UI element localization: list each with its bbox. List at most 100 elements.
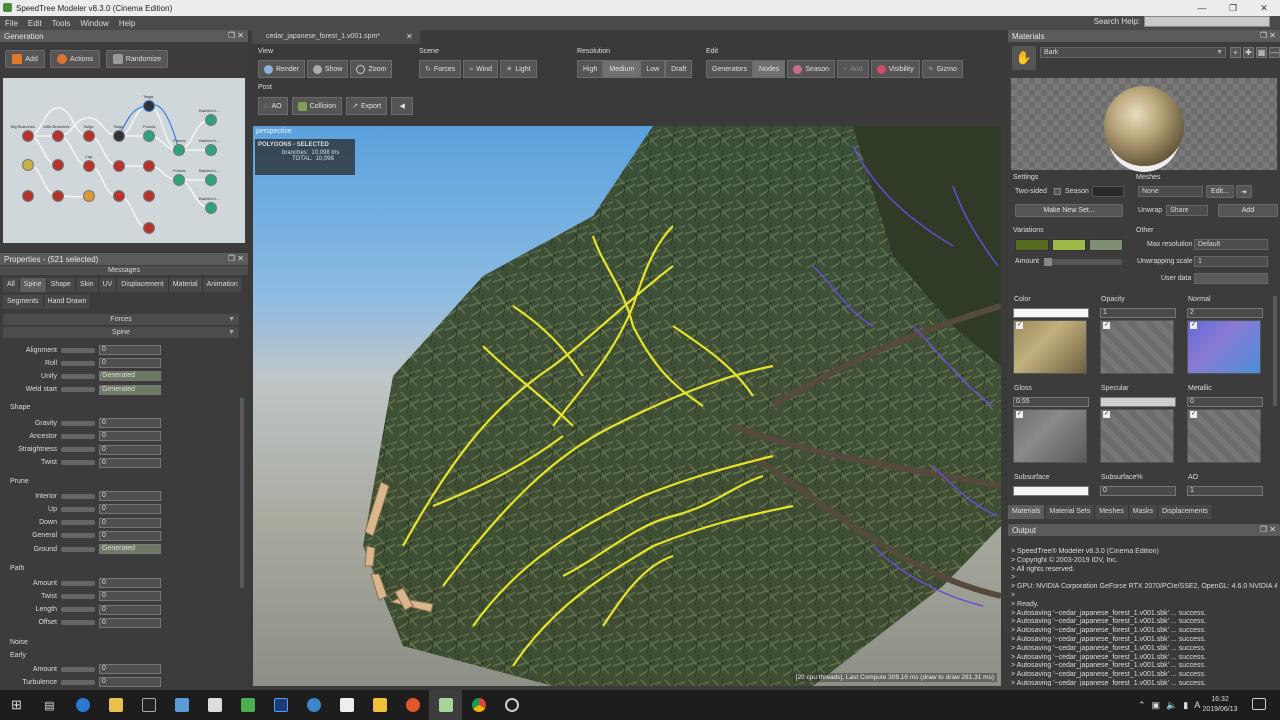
close-tab-icon[interactable]: ✕ xyxy=(406,30,413,44)
property-value[interactable]: 0 xyxy=(99,591,161,602)
export-button[interactable]: ↗ Export xyxy=(346,97,388,115)
channel-value[interactable] xyxy=(1013,308,1089,318)
battery-icon[interactable]: ▮ xyxy=(1183,700,1188,711)
check-icon[interactable]: ✓ xyxy=(1016,322,1023,329)
variation-swatch-3[interactable] xyxy=(1089,239,1123,251)
channel-value[interactable] xyxy=(1100,397,1176,407)
taskbar-photos[interactable] xyxy=(198,690,231,720)
unwrap-select[interactable]: Share xyxy=(1166,205,1208,216)
property-slider[interactable] xyxy=(61,506,95,512)
channel-value[interactable]: 0 xyxy=(1187,397,1263,407)
properties-close-icon[interactable]: ❐ ✕ xyxy=(228,254,244,263)
actions-button[interactable]: Actions xyxy=(50,50,100,68)
menu-edit[interactable]: Edit xyxy=(23,19,47,28)
tab-displacement[interactable]: Displacement xyxy=(117,278,169,292)
node-cap[interactable] xyxy=(83,160,95,172)
season-swatch[interactable] xyxy=(1092,186,1124,197)
forces-button[interactable]: ↻ Forces xyxy=(419,60,462,78)
property-slider[interactable] xyxy=(61,433,95,439)
node-fronds-2[interactable] xyxy=(143,160,155,172)
property-value[interactable]: 0 xyxy=(99,345,161,355)
property-value[interactable]: 0 xyxy=(99,677,161,688)
taskbar-app-2[interactable] xyxy=(231,690,264,720)
taskbar-edge[interactable] xyxy=(66,690,99,720)
property-value[interactable]: 0 xyxy=(99,617,161,628)
property-slider[interactable] xyxy=(61,593,95,599)
grid-icon[interactable]: ▦ xyxy=(1256,47,1267,58)
node-fronds-1[interactable] xyxy=(143,130,155,142)
user-data-input[interactable] xyxy=(1194,273,1268,284)
property-value[interactable]: 0 xyxy=(99,578,161,588)
property-slider[interactable] xyxy=(61,347,95,353)
minimize-button[interactable]: — xyxy=(1187,0,1217,16)
taskbar-app-7[interactable] xyxy=(495,690,528,720)
node-batched-3[interactable] xyxy=(205,174,217,186)
menu-file[interactable]: File xyxy=(0,19,23,28)
group-spine[interactable]: Spine ▼ xyxy=(3,327,239,338)
properties-scrollbar[interactable] xyxy=(240,398,244,588)
tab-segments[interactable]: Segments xyxy=(3,295,44,309)
back-button[interactable]: ◀ xyxy=(391,97,414,115)
check-icon[interactable]: ✓ xyxy=(1016,411,1023,418)
chevron-up-icon[interactable]: ⌃ xyxy=(1138,700,1146,711)
node-frond-a[interactable] xyxy=(173,144,185,156)
tab-material[interactable]: Material xyxy=(168,278,203,292)
property-value[interactable]: 0 xyxy=(99,358,161,369)
property-slider[interactable] xyxy=(61,620,95,626)
wind-button[interactable]: ≈ Wind xyxy=(463,60,499,78)
channel-texture[interactable] xyxy=(1187,409,1261,463)
channel-value[interactable] xyxy=(1013,486,1089,496)
property-slider[interactable] xyxy=(61,533,95,539)
mesh-arrow-button[interactable]: ➜ xyxy=(1236,185,1252,198)
mesh-add-button[interactable]: Add xyxy=(1218,204,1278,217)
max-resolution-select[interactable]: Default xyxy=(1194,239,1268,250)
nodes-button[interactable]: Nodes xyxy=(753,60,786,78)
tab-materials[interactable]: Materials xyxy=(1008,505,1046,519)
node-batched-1[interactable] xyxy=(205,114,217,126)
property-slider[interactable] xyxy=(61,520,95,526)
channel-value[interactable]: 1 xyxy=(1187,486,1263,496)
messages-bar[interactable]: Messages xyxy=(0,266,248,275)
property-slider[interactable] xyxy=(61,447,95,453)
node-graph[interactable]: Big Branches Little Branches Twigs Twigs… xyxy=(3,78,245,243)
taskbar-app-6[interactable] xyxy=(396,690,429,720)
property-value[interactable]: 0 xyxy=(99,444,161,455)
material-select[interactable]: Bark ▼ xyxy=(1040,47,1226,58)
document-tab[interactable]: cedar_japanese_forest_1.v001.spm* ✕ xyxy=(252,30,420,44)
unwrapping-scale-input[interactable]: 1 xyxy=(1194,256,1268,267)
property-value[interactable]: 0 xyxy=(99,431,161,442)
menu-tools[interactable]: Tools xyxy=(47,19,76,28)
tab-displacements[interactable]: Displacements xyxy=(1158,505,1213,519)
taskbar-terminal[interactable] xyxy=(132,690,165,720)
property-value[interactable]: 0 xyxy=(99,457,161,468)
node-branch-c[interactable] xyxy=(52,190,64,202)
check-icon[interactable]: ✓ xyxy=(1190,411,1197,418)
channel-texture[interactable] xyxy=(1013,320,1087,374)
3d-viewport[interactable]: perspective POLYGONS - SELECTED branches… xyxy=(253,126,1001,686)
randomize-button[interactable]: Randomize xyxy=(106,50,168,68)
menu-help[interactable]: Help xyxy=(114,19,140,28)
taskbar-app-3[interactable] xyxy=(297,690,330,720)
property-slider[interactable] xyxy=(61,666,95,672)
node-twigs-2[interactable] xyxy=(113,130,125,142)
property-slider[interactable] xyxy=(61,460,95,466)
property-slider[interactable] xyxy=(61,360,95,366)
property-slider[interactable] xyxy=(61,493,95,499)
tab-animation[interactable]: Animation xyxy=(202,278,243,292)
taskbar-chrome[interactable] xyxy=(462,690,495,720)
property-value[interactable]: Generated xyxy=(99,384,161,395)
node-cap-2[interactable] xyxy=(83,190,95,202)
render-button[interactable]: Render xyxy=(258,60,305,78)
channel-value[interactable]: 0.55 xyxy=(1013,397,1089,407)
close-button[interactable]: ✕ xyxy=(1249,0,1279,16)
gizmo-button[interactable]: ✧ Gizmo xyxy=(921,60,963,78)
node-twigs-selected[interactable] xyxy=(143,100,155,112)
channel-texture[interactable] xyxy=(1187,320,1261,374)
menu-window[interactable]: Window xyxy=(75,19,113,28)
amount-slider[interactable] xyxy=(1044,258,1122,266)
visibility-button[interactable]: Visibility xyxy=(870,60,920,78)
search-help-input[interactable] xyxy=(1144,16,1270,27)
property-value[interactable]: 0 xyxy=(99,530,161,541)
light-button[interactable]: ☀ Light xyxy=(500,60,537,78)
node-twigs-4[interactable] xyxy=(113,190,125,202)
